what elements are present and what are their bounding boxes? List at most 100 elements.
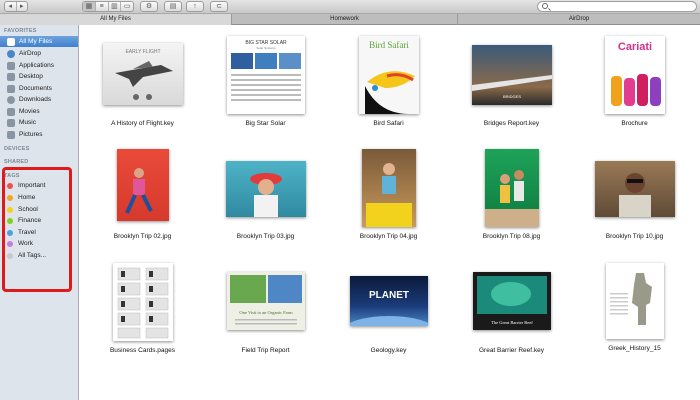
- file-name: Geology.key: [370, 347, 407, 354]
- nav-buttons: ◂ ▸: [4, 1, 28, 12]
- file-name: Great Barrier Reef.key: [478, 347, 545, 354]
- statue-document-icon: [609, 273, 652, 325]
- file-item[interactable]: Greek_History_15: [572, 262, 697, 372]
- back-arrow-icon[interactable]: ◂: [5, 2, 17, 11]
- arrange-icon: ▤: [169, 3, 177, 10]
- sidebar-tag-work[interactable]: Work: [0, 238, 78, 249]
- file-thumbnail: Cariati: [604, 36, 665, 114]
- thumb-title: PLANET: [369, 290, 409, 301]
- file-thumbnail: The Great Barrier Reef: [472, 272, 551, 330]
- tab-homework[interactable]: Homework: [232, 14, 458, 25]
- file-thumbnail: BRIDGES: [471, 45, 552, 105]
- airdrop-icon: [7, 49, 15, 58]
- icon-view-icon[interactable]: ▦: [83, 2, 96, 11]
- downloads-icon: [7, 95, 15, 104]
- forward-arrow-icon[interactable]: ▸: [17, 2, 28, 11]
- tab-bar: All My Files Homework AirDrop: [0, 14, 700, 25]
- file-item[interactable]: EARLY FLIGHT A History of Flight.key: [80, 35, 205, 145]
- coverflow-view-icon[interactable]: ▭: [121, 2, 133, 11]
- file-name: Big Star Solar: [245, 120, 286, 127]
- sidebar-item-pictures[interactable]: Pictures: [0, 129, 78, 140]
- bridge-photo-icon: BRIDGES: [471, 75, 552, 99]
- gear-icon: ⚙: [145, 3, 153, 10]
- person-photo-icon: [124, 168, 153, 214]
- document-page-icon: BIG STAR SOLAR Solar Systems: [230, 40, 301, 101]
- sidebar-tag-school[interactable]: School: [0, 204, 78, 215]
- sidebar-tag-home[interactable]: Home: [0, 192, 78, 203]
- file-item[interactable]: BIG STAR SOLAR Solar Systems Big Star So…: [203, 35, 328, 145]
- sidebar-item-movies[interactable]: Movies: [0, 106, 78, 117]
- tags-header: TAGS: [4, 173, 20, 179]
- tag-button[interactable]: ⊂: [210, 1, 228, 12]
- list-view-icon[interactable]: ≡: [96, 2, 109, 11]
- sidebar-tag-all-tags[interactable]: All Tags...: [0, 250, 78, 261]
- file-item[interactable]: Cariati Brochure: [572, 35, 697, 145]
- file-item[interactable]: PLANET Geology.key: [326, 262, 451, 372]
- sidebar-item-downloads[interactable]: Downloads: [0, 94, 78, 105]
- tag-icon: ⊂: [216, 3, 222, 10]
- planet-image-icon: PLANET: [349, 290, 428, 326]
- desktop-icon: [7, 72, 15, 81]
- column-view-icon[interactable]: ▥: [109, 2, 122, 11]
- file-grid: EARLY FLIGHT A History of Flight.key BIG…: [80, 25, 700, 400]
- file-thumbnail: [116, 149, 169, 221]
- sidebar-tag-travel[interactable]: Travel: [0, 227, 78, 238]
- sidebar-tag-finance[interactable]: Finance: [0, 215, 78, 226]
- file-thumbnail: [361, 149, 416, 227]
- sidebar-item-desktop[interactable]: Desktop: [0, 71, 78, 82]
- sidebar-item-airdrop[interactable]: AirDrop: [0, 48, 78, 59]
- file-name: Brooklyn Trip 02.jpg: [113, 233, 172, 240]
- yellow-tag-dot-icon: [7, 206, 13, 213]
- file-item[interactable]: Brooklyn Trip 10.jpg: [572, 148, 697, 258]
- file-name: Brochure: [621, 120, 648, 127]
- file-item[interactable]: Brooklyn Trip 03.jpg: [203, 148, 328, 258]
- view-buttons: ▦ ≡ ▥ ▭: [82, 1, 134, 12]
- sidebar-item-music[interactable]: Music: [0, 117, 78, 128]
- shared-header: SHARED: [4, 159, 29, 165]
- green-tag-dot-icon: [7, 217, 13, 224]
- documents-icon: [7, 84, 15, 93]
- pictures-icon: [7, 130, 15, 139]
- devices-header: DEVICES: [4, 146, 30, 152]
- thumb-title: BRIDGES: [502, 94, 520, 99]
- tab-all-my-files[interactable]: All My Files: [0, 14, 232, 25]
- purple-tag-dot-icon: [7, 240, 13, 247]
- thumb-title: Bird Safari: [369, 40, 409, 50]
- action-button[interactable]: ⚙: [140, 1, 158, 12]
- sidebar-item-applications[interactable]: Applications: [0, 60, 78, 71]
- search-field[interactable]: [537, 1, 697, 12]
- file-name: Brooklyn Trip 04.jpg: [359, 233, 418, 240]
- finder-window: ◂ ▸ ▦ ≡ ▥ ▭ ⚙ ▤ ↑ ⊂ All My Files Homewor…: [0, 0, 700, 400]
- arrange-button[interactable]: ▤: [164, 1, 182, 12]
- file-thumbnail: [594, 161, 675, 217]
- file-item[interactable]: Brooklyn Trip 04.jpg: [326, 148, 451, 258]
- file-item[interactable]: Brooklyn Trip 08.jpg: [449, 148, 574, 258]
- applications-icon: [7, 61, 15, 70]
- sidebar-tag-important[interactable]: Important: [0, 180, 78, 191]
- file-item[interactable]: Bird Safari Bird Safari: [326, 35, 451, 145]
- file-item[interactable]: Business Cards.pages: [80, 262, 205, 372]
- file-name: Bird Safari: [373, 120, 404, 127]
- red-tag-dot-icon: [7, 182, 13, 189]
- file-item[interactable]: Brooklyn Trip 02.jpg: [80, 148, 205, 258]
- sidebar-item-documents[interactable]: Documents: [0, 83, 78, 94]
- blue-tag-dot-icon: [7, 229, 13, 236]
- orange-tag-dot-icon: [7, 194, 13, 201]
- business-cards-icon: [117, 267, 168, 339]
- sidebar-item-all-my-files[interactable]: All My Files: [0, 36, 78, 47]
- gray-tag-dot-icon: [7, 252, 13, 259]
- file-item[interactable]: One Visit to an Organic Farm Field Trip …: [203, 262, 328, 372]
- file-item[interactable]: The Great Barrier Reef Great Barrier Ree…: [449, 262, 574, 372]
- tab-airdrop[interactable]: AirDrop: [458, 14, 700, 25]
- people-photo-icon: [484, 170, 539, 227]
- thumb-title: EARLY FLIGHT: [125, 49, 160, 55]
- file-item[interactable]: BRIDGES Bridges Report.key: [449, 35, 574, 145]
- perfume-bottles-icon: Cariati: [610, 41, 661, 106]
- airplane-photo-icon: EARLY FLIGHT: [114, 49, 173, 100]
- file-name: Field Trip Report: [241, 347, 290, 354]
- thumb-title: Cariati: [617, 41, 651, 53]
- file-name: Brooklyn Trip 03.jpg: [236, 233, 295, 240]
- file-name: Brooklyn Trip 10.jpg: [605, 233, 664, 240]
- share-button[interactable]: ↑: [186, 1, 204, 12]
- person-photo-icon: [618, 173, 651, 217]
